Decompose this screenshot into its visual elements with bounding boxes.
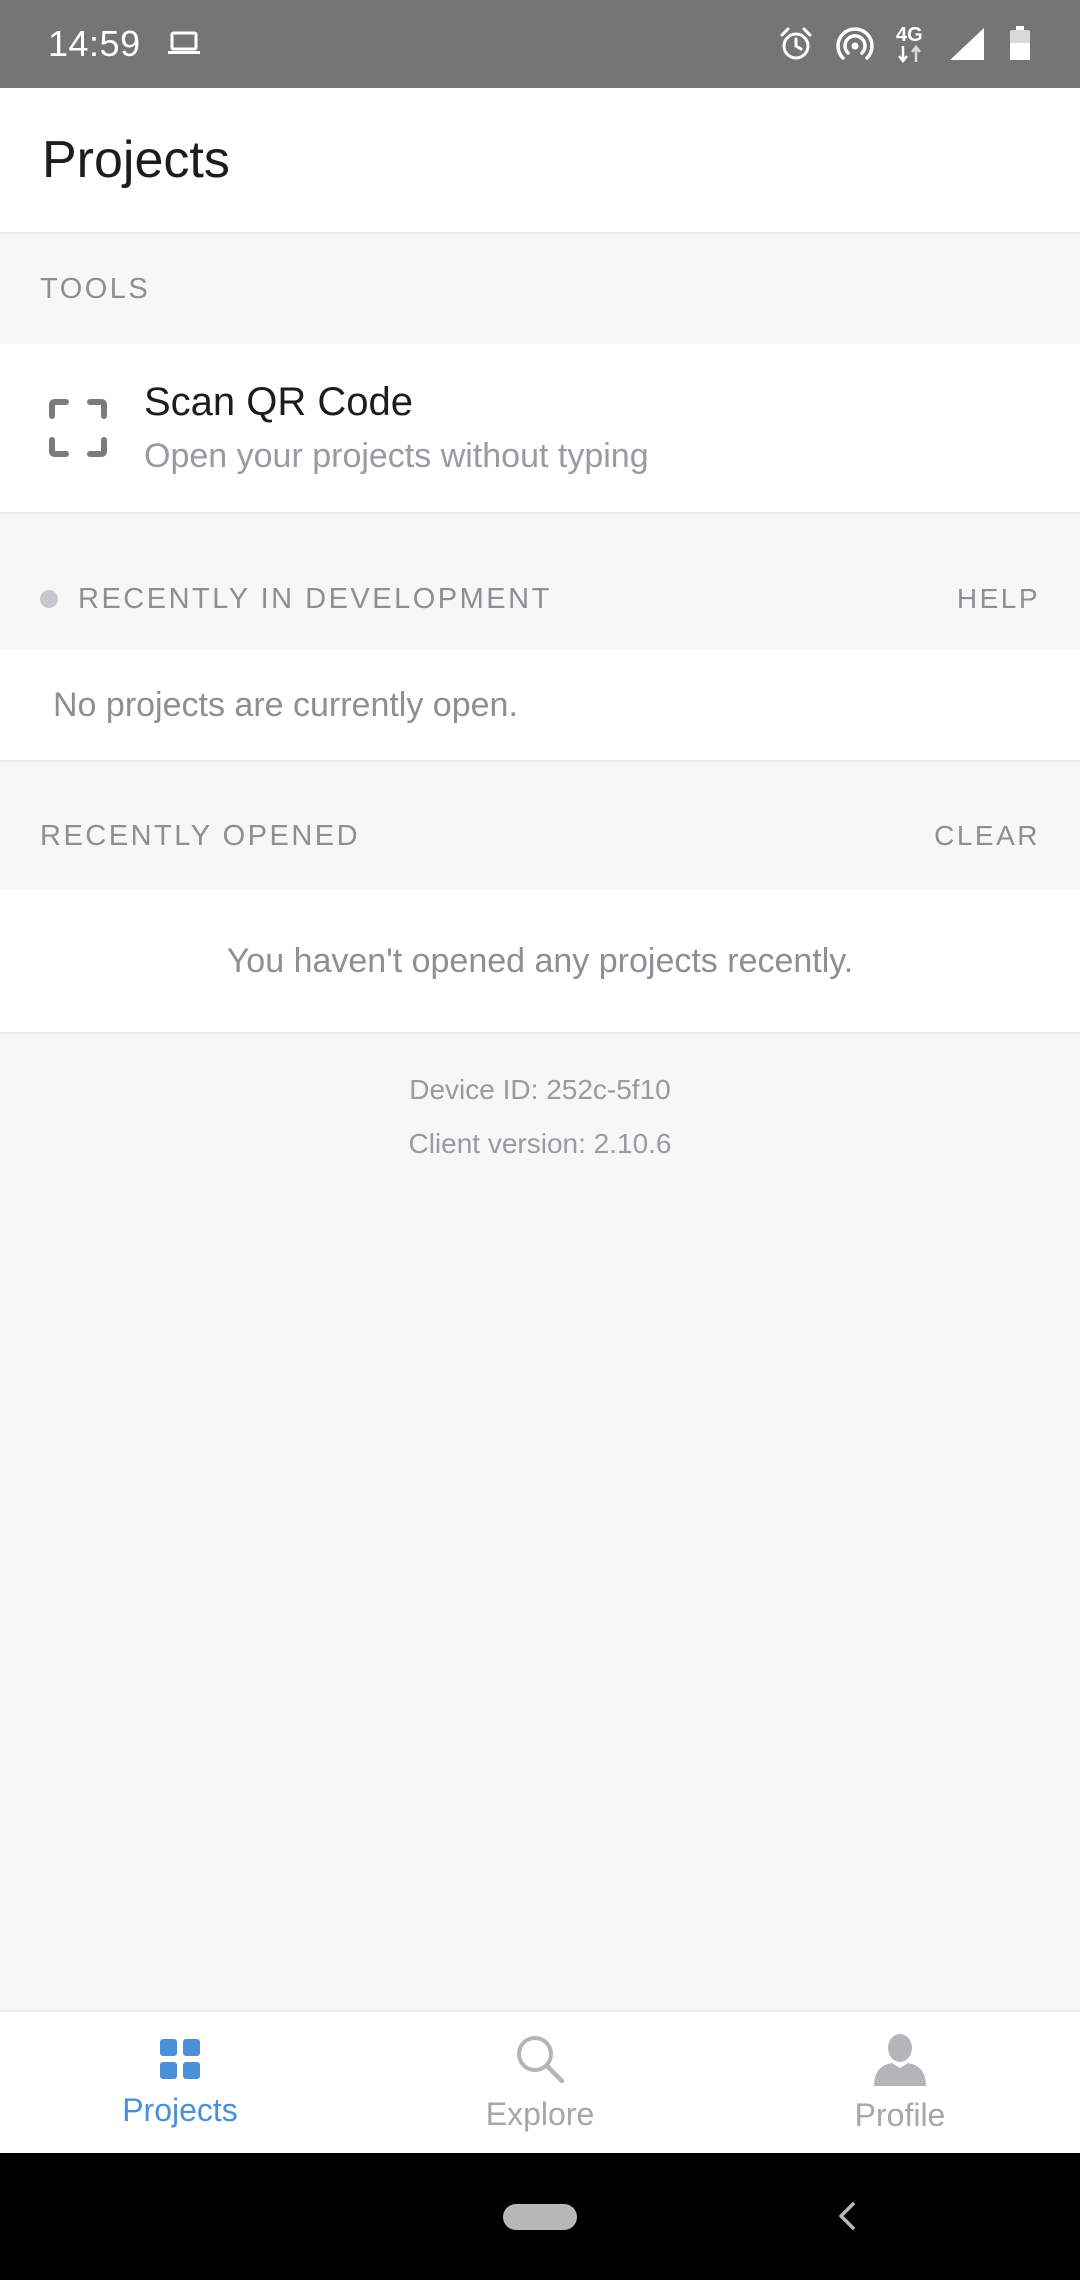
tab-projects[interactable]: Projects — [0, 2012, 360, 2153]
recently-opened-label: RECENTLY OPENED — [40, 819, 361, 852]
status-dot-icon — [40, 590, 58, 608]
tab-profile-label: Profile — [854, 2096, 946, 2133]
battery-icon — [1008, 26, 1032, 62]
app-meta-info: Device ID: 252c-5f10 Client version: 2.1… — [0, 1074, 1080, 1160]
network-4g-icon: 4G — [896, 25, 926, 63]
tab-projects-label: Projects — [122, 2091, 238, 2128]
tools-section-header: TOOLS — [0, 234, 1080, 344]
no-open-projects-message: No projects are currently open. — [0, 650, 1080, 762]
screen: 14:59 4G Projects TOOLS Scan QR Code Ope… — [0, 0, 1080, 2280]
page-title: Projects — [42, 131, 230, 189]
signal-icon — [948, 26, 986, 62]
status-time: 14:59 — [48, 23, 141, 64]
app-header: Projects — [0, 88, 1080, 234]
laptop-icon — [167, 31, 201, 57]
tab-profile[interactable]: Profile — [720, 2012, 1080, 2153]
tab-explore[interactable]: Explore — [360, 2012, 720, 2153]
client-version: Client version: 2.10.6 — [408, 1128, 672, 1159]
scan-qr-code-item[interactable]: Scan QR Code Open your projects without … — [0, 344, 1080, 514]
recently-in-development-label: RECENTLY IN DEVELOPMENT — [78, 582, 552, 615]
scan-qr-title: Scan QR Code — [144, 380, 414, 424]
recently-opened-header: RECENTLY OPENED CLEAR — [0, 762, 1080, 890]
grid-icon — [158, 2037, 202, 2086]
bottom-tab-bar: Projects Explore Profile — [0, 2010, 1080, 2153]
tab-explore-label: Explore — [485, 2095, 595, 2132]
no-recent-projects-message: You haven't opened any projects recently… — [0, 890, 1080, 1034]
person-icon — [872, 2032, 928, 2091]
recently-in-development-header: RECENTLY IN DEVELOPMENT HELP — [0, 514, 1080, 650]
search-icon — [514, 2033, 566, 2090]
home-pill-button[interactable] — [503, 2203, 577, 2230]
back-button[interactable] — [822, 2193, 872, 2243]
device-id: Device ID: 252c-5f10 — [409, 1074, 671, 1105]
alarm-icon — [778, 26, 814, 62]
network-label: 4G — [896, 24, 923, 46]
hotspot-icon — [836, 26, 874, 62]
system-navigation-bar — [0, 2153, 1080, 2280]
back-chevron-icon — [836, 2201, 858, 2236]
status-bar: 14:59 4G — [0, 0, 1080, 88]
clear-button[interactable]: CLEAR — [934, 820, 1040, 852]
tools-label: TOOLS — [40, 272, 151, 305]
scan-qr-subtitle: Open your projects without typing — [144, 437, 649, 475]
scan-frame-icon — [48, 398, 108, 458]
help-button[interactable]: HELP — [957, 583, 1040, 615]
